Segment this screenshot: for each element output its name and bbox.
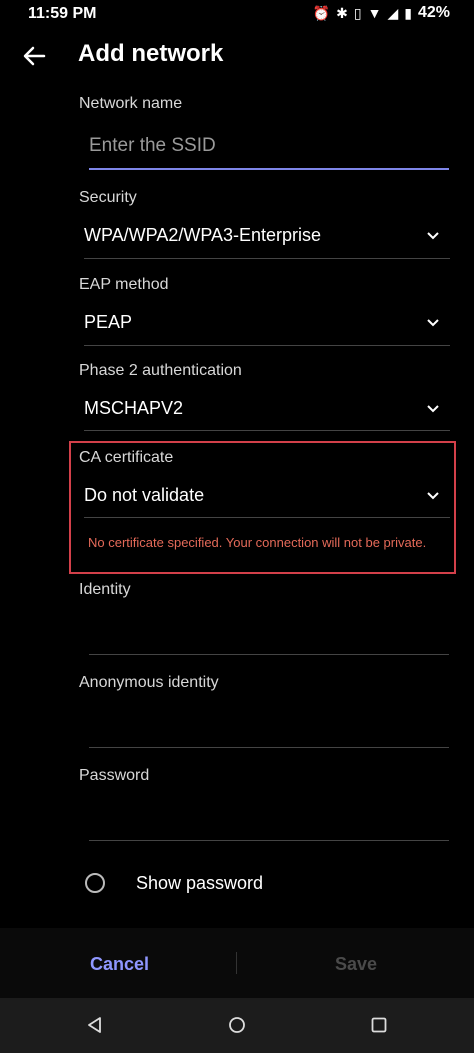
- phase2-label: Phase 2 authentication: [79, 362, 242, 379]
- cancel-button[interactable]: Cancel: [90, 954, 149, 975]
- password-label: Password: [79, 767, 150, 784]
- ssid-input[interactable]: Enter the SSID: [89, 135, 216, 157]
- anonymous-identity-underline: [89, 747, 449, 748]
- show-password-checkbox[interactable]: [85, 873, 105, 893]
- ca-certificate-value: Do not validate: [84, 485, 205, 505]
- status-time: 11:59 PM: [28, 5, 97, 22]
- button-bar: Cancel Save: [0, 928, 474, 998]
- security-dropdown[interactable]: WPA/WPA2/WPA3-Enterprise: [84, 217, 450, 257]
- eap-method-dropdown[interactable]: PEAP: [84, 304, 450, 344]
- anonymous-identity-input[interactable]: [89, 698, 449, 746]
- password-underline: [89, 840, 449, 841]
- battery-icon: ▮: [404, 5, 412, 21]
- identity-label: Identity: [79, 581, 131, 598]
- back-arrow-icon[interactable]: [20, 42, 48, 70]
- security-label: Security: [79, 189, 137, 206]
- show-password-label[interactable]: Show password: [136, 873, 263, 894]
- eap-method-value: PEAP: [84, 312, 133, 332]
- vibrate-icon: ▯: [353, 5, 362, 21]
- battery-percent: 42%: [417, 4, 450, 21]
- nav-back-icon[interactable]: [86, 1016, 104, 1034]
- ca-certificate-label: CA certificate: [79, 449, 174, 466]
- ca-certificate-dropdown[interactable]: Do not validate: [84, 477, 450, 517]
- chevron-down-icon: [427, 232, 439, 240]
- page-title: Add network: [78, 40, 224, 67]
- ca-certificate-underline: [84, 517, 450, 518]
- signal-icon: ◢: [387, 5, 399, 21]
- password-input[interactable]: [89, 791, 449, 839]
- chevron-down-icon: [427, 492, 439, 500]
- eap-method-label: EAP method: [79, 276, 169, 293]
- identity-input[interactable]: [89, 605, 449, 653]
- bluetooth-icon: ✱: [336, 5, 348, 21]
- navigation-bar: [0, 998, 474, 1053]
- identity-underline: [89, 654, 449, 655]
- anonymous-identity-label: Anonymous identity: [79, 674, 219, 691]
- button-divider: [236, 952, 237, 974]
- chevron-down-icon: [427, 405, 439, 413]
- security-underline: [84, 258, 450, 259]
- chevron-down-icon: [427, 319, 439, 327]
- status-icons: ⏰ ✱ ▯ ▼ ◢ ▮ 42%: [313, 4, 450, 22]
- ca-certificate-warning: No certificate specified. Your connectio…: [88, 535, 427, 550]
- phase2-dropdown[interactable]: MSCHAPV2: [84, 390, 450, 430]
- network-name-label: Network name: [79, 95, 183, 112]
- wifi-icon: ▼: [367, 5, 382, 21]
- status-bar: 11:59 PM ⏰ ✱ ▯ ▼ ◢ ▮ 42%: [0, 0, 474, 32]
- security-value: WPA/WPA2/WPA3-Enterprise: [84, 225, 322, 245]
- nav-home-icon[interactable]: [228, 1016, 246, 1034]
- phase2-value: MSCHAPV2: [84, 398, 184, 418]
- save-button[interactable]: Save: [335, 954, 377, 975]
- phase2-underline: [84, 430, 450, 431]
- eap-method-underline: [84, 345, 450, 346]
- alarm-icon: ⏰: [312, 5, 331, 21]
- ssid-input-underline: [89, 168, 449, 170]
- nav-recents-icon[interactable]: [370, 1016, 388, 1034]
